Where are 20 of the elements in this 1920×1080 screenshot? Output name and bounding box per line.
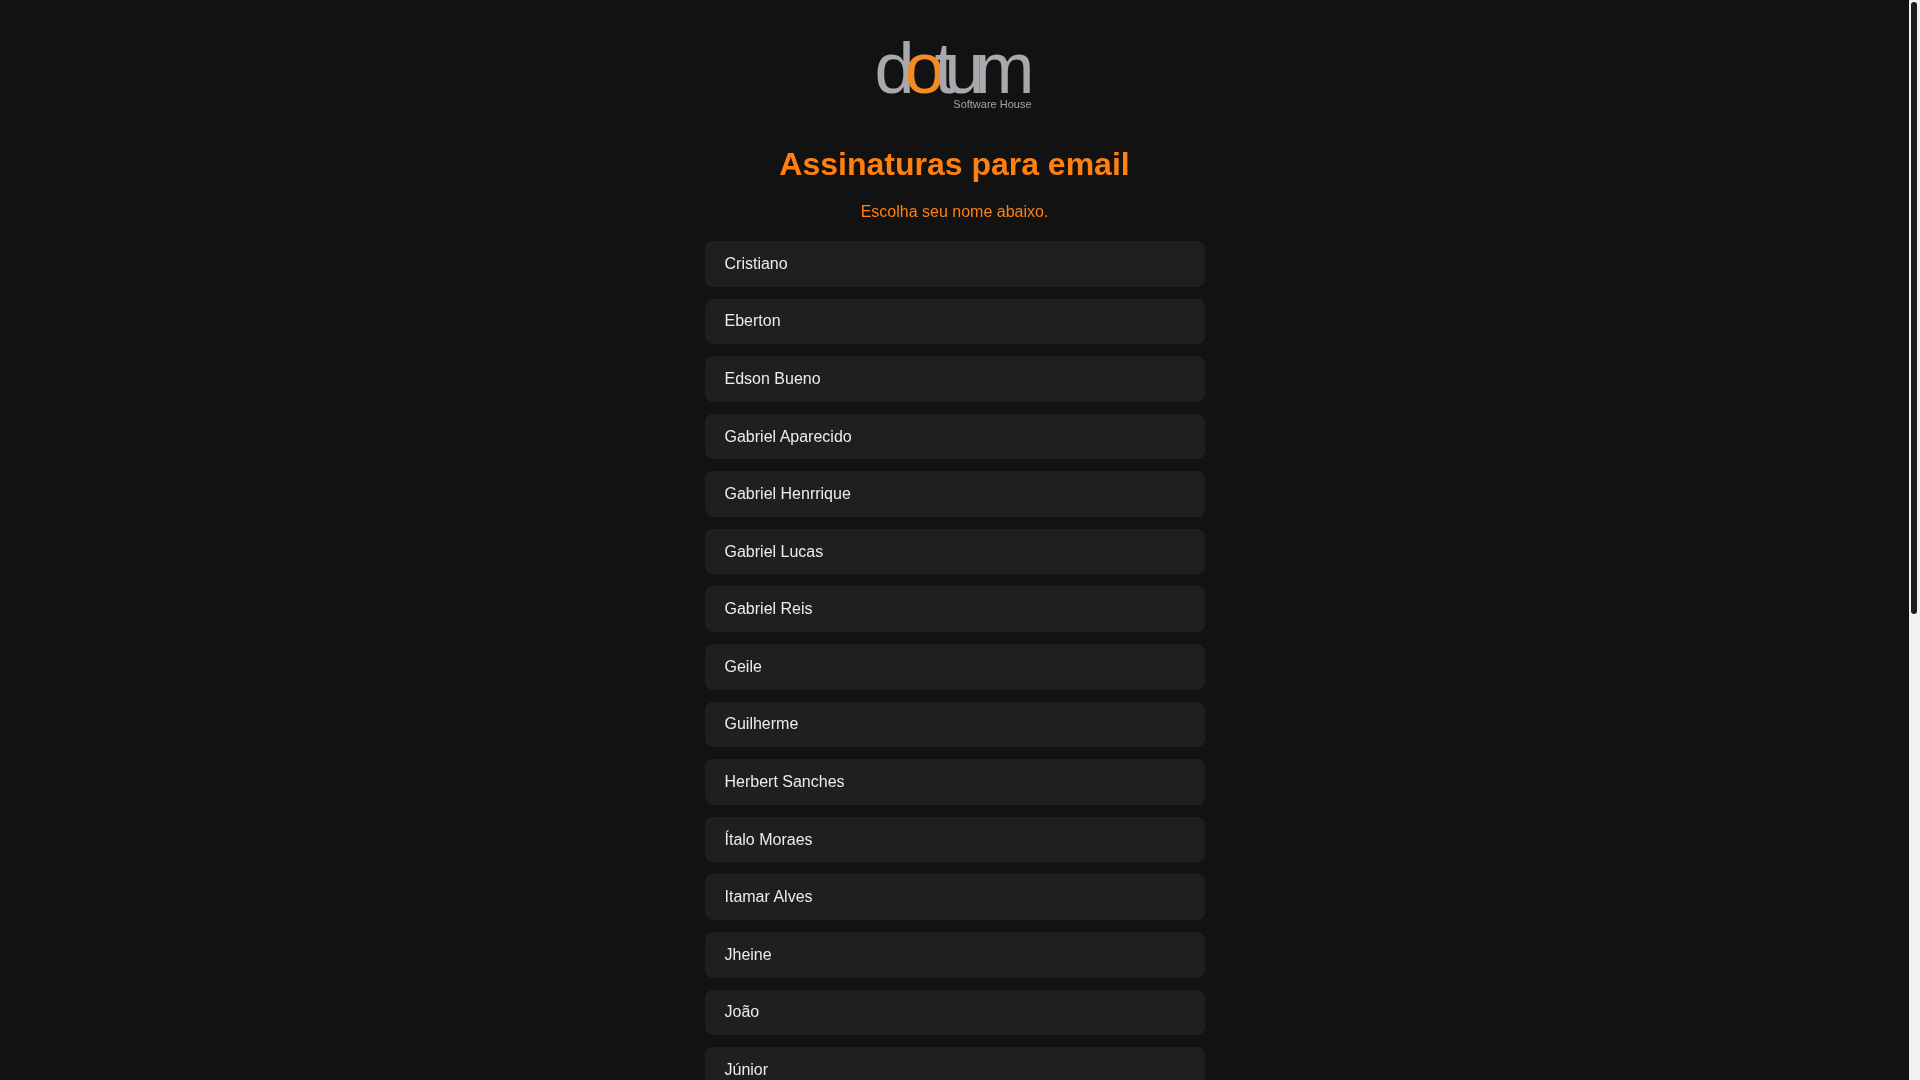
name-item[interactable]: Geile [704,644,1205,690]
logo-wordmark: dotum [874,39,1035,99]
name-item[interactable]: Guilherme [704,701,1205,748]
name-item[interactable]: Ítalo Moraes [704,816,1205,863]
name-item[interactable]: Gabriel Aparecido [704,413,1205,460]
name-item[interactable]: Edson Bueno [704,356,1205,402]
logo-tagline: Software House [953,98,1032,111]
name-item[interactable]: Herbert Sanches [704,759,1205,805]
scrollbar-thumb[interactable] [1911,2,1917,614]
name-item[interactable]: Itamar Alves [704,874,1205,921]
name-item[interactable]: Júnior [704,1047,1205,1080]
name-item[interactable]: Cristiano [704,240,1205,287]
name-item[interactable]: João [704,989,1205,1036]
page-title: Assinaturas para email [779,146,1130,184]
name-item[interactable]: Eberton [704,298,1205,345]
name-item[interactable]: Gabriel Reis [704,586,1205,633]
name-item[interactable]: Gabriel Lucas [704,528,1205,575]
page-subtitle: Escolha seu nome abaixo. [860,203,1049,222]
name-item[interactable]: Jheine [704,932,1205,978]
name-item[interactable]: Gabriel Henrrique [704,471,1205,517]
